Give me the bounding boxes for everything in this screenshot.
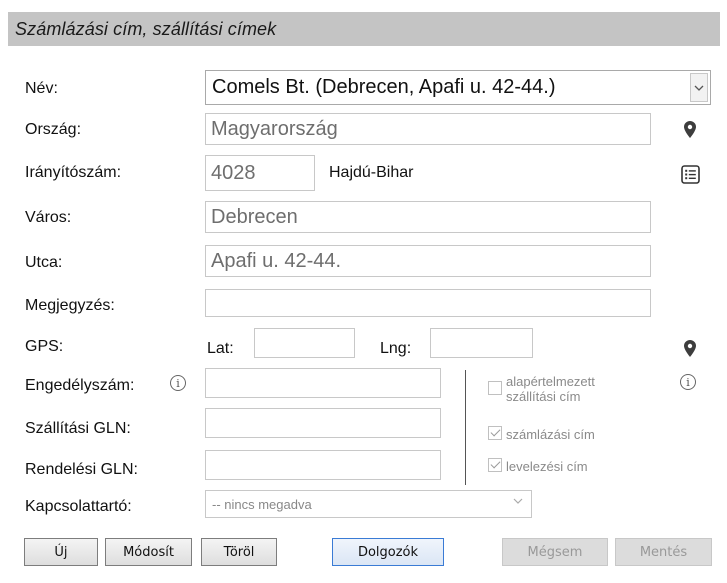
shipping-gln-field[interactable] [205,408,441,438]
country-field[interactable]: Magyarország [205,113,651,145]
mailing-address-label: levelezési cím [506,459,588,474]
cancel-button[interactable]: Mégsem [502,538,608,566]
name-label: Név: [25,80,58,97]
map-pin-icon[interactable] [681,338,699,358]
info-icon[interactable]: i [170,375,186,391]
license-label: Engedélyszám: [25,377,135,394]
contact-label: Kapcsolattartó: [25,498,132,515]
default-shipping-checkbox[interactable] [488,381,502,395]
order-gln-label: Rendelési GLN: [25,461,138,478]
street-value: Apafi u. 42-44. [211,249,342,272]
city-value: Debrecen [211,205,298,228]
lng-field[interactable] [430,328,533,358]
delete-button[interactable]: Töröl [201,538,277,566]
city-field[interactable]: Debrecen [205,201,651,233]
mailing-address-checkbox[interactable] [488,458,502,472]
lat-field[interactable] [254,328,355,358]
lat-label: Lat: [207,340,234,357]
zip-field[interactable]: 4028 [205,155,315,191]
note-label: Megjegyzés: [25,297,115,314]
name-select-value: Comels Bt. (Debrecen, Apafi u. 42-44.) [212,76,556,98]
contact-select-value: -- nincs megadva [212,496,312,512]
save-button[interactable]: Mentés [615,538,712,566]
employees-button[interactable]: Dolgozók [332,538,444,566]
lng-label: Lng: [380,340,412,357]
street-field[interactable]: Apafi u. 42-44. [205,245,651,277]
billing-address-label: számlázási cím [506,427,595,442]
chevron-down-icon [694,85,704,91]
new-button[interactable]: Új [24,538,98,566]
section-title-bar: Számlázási cím, szállítási címek [8,12,720,46]
city-label: Város: [25,209,72,226]
zip-value: 4028 [211,161,256,184]
default-shipping-label: alapértelmezett szállítási cím [506,374,595,404]
list-icon[interactable] [680,164,700,184]
zip-label: Irányítószám: [25,164,122,181]
note-field[interactable] [205,289,651,317]
street-label: Utca: [25,254,63,271]
modify-button[interactable]: Módosít [105,538,192,566]
license-field[interactable] [205,368,441,398]
billing-address-checkbox[interactable] [488,426,502,440]
name-select-dropdown-button[interactable] [690,73,708,102]
shipping-gln-label: Szállítási GLN: [25,420,131,437]
map-pin-icon[interactable] [681,119,699,139]
info-icon[interactable]: i [680,374,696,390]
contact-select[interactable]: -- nincs megadva [205,490,532,518]
order-gln-field[interactable] [205,450,441,480]
vertical-divider [465,370,466,485]
gps-label: GPS: [25,338,64,355]
country-label: Ország: [25,121,82,138]
country-value: Magyarország [211,117,338,140]
county-text: Hajdú-Bihar [329,164,414,181]
section-title: Számlázási cím, szállítási címek [15,18,277,39]
chevron-down-icon [513,498,523,504]
name-select[interactable]: Comels Bt. (Debrecen, Apafi u. 42-44.) [205,70,711,105]
